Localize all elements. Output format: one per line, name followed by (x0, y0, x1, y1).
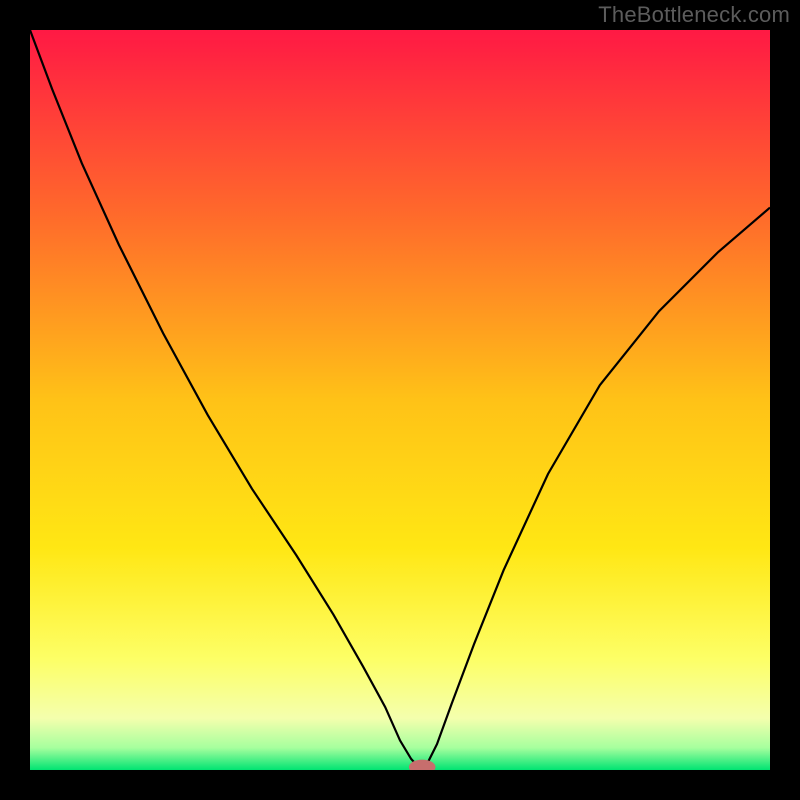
chart-frame: TheBottleneck.com (0, 0, 800, 800)
watermark-text: TheBottleneck.com (598, 2, 790, 28)
gradient-background (30, 30, 770, 770)
bottleneck-chart (30, 30, 770, 770)
plot-area (30, 30, 770, 770)
